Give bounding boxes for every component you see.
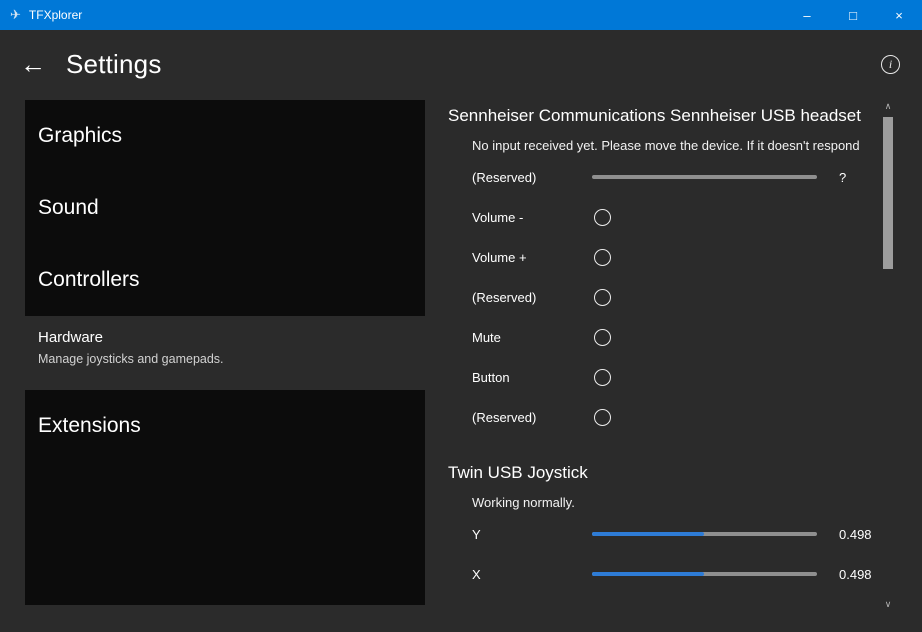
control-label: Mute — [472, 330, 592, 345]
title-bar: ✈ TFXplorer – □ × — [0, 0, 922, 30]
control-row: Volume - — [448, 197, 882, 237]
control-label: X — [472, 567, 592, 582]
device-section: Sennheiser Communications Sennheiser USB… — [448, 106, 882, 437]
scroll-down-icon[interactable]: ∨ — [882, 598, 894, 612]
info-icon[interactable]: i — [881, 55, 900, 74]
maximize-button[interactable]: □ — [830, 0, 876, 30]
control-slot — [592, 532, 817, 536]
radio-button[interactable] — [594, 329, 611, 346]
app-title: TFXplorer — [29, 8, 82, 22]
control-row: X 0.498 — [448, 554, 882, 594]
control-slot — [592, 289, 817, 306]
sidebar-item-sound[interactable]: Sound — [25, 172, 425, 244]
radio-button[interactable] — [594, 369, 611, 386]
control-row: (Reserved) — [448, 277, 882, 317]
control-slot — [592, 369, 817, 386]
hardware-subtitle: Manage joysticks and gamepads. — [38, 352, 425, 366]
radio-button[interactable] — [594, 289, 611, 306]
control-row: Y 0.498 — [448, 514, 882, 554]
control-value: 0.498 — [839, 567, 872, 582]
control-slot — [592, 249, 817, 266]
scrollbar-thumb[interactable] — [883, 117, 893, 269]
slider[interactable] — [592, 572, 817, 576]
control-row: (Reserved) — [448, 397, 882, 437]
scrollbar[interactable]: ∧ ∨ — [882, 100, 894, 612]
radio-button[interactable] — [594, 249, 611, 266]
radio-button[interactable] — [594, 209, 611, 226]
control-label: Volume - — [472, 210, 592, 225]
page-header: ← Settings i — [0, 30, 922, 98]
device-status: Working normally. — [472, 495, 882, 510]
device-name: Twin USB Joystick — [448, 463, 882, 483]
minimize-button[interactable]: – — [784, 0, 830, 30]
control-row: Button — [448, 357, 882, 397]
page-title: Settings — [66, 49, 162, 80]
slider[interactable] — [592, 532, 817, 536]
control-slot — [592, 572, 817, 576]
settings-sidebar: GraphicsSoundControllers Hardware Manage… — [25, 100, 425, 605]
slider-fill — [592, 532, 704, 536]
control-slot — [592, 409, 817, 426]
device-name: Sennheiser Communications Sennheiser USB… — [448, 106, 882, 126]
sidebar-nav-bottom: Extensions — [25, 390, 425, 605]
control-row: Mute — [448, 317, 882, 357]
hardware-title: Hardware — [38, 329, 425, 346]
control-label: Volume + — [472, 250, 592, 265]
sidebar-item-graphics[interactable]: Graphics — [25, 100, 425, 172]
slider[interactable] — [592, 175, 817, 179]
device-section: Twin USB Joystick Working normally. Y 0.498… — [448, 463, 882, 594]
control-label: (Reserved) — [472, 410, 592, 425]
control-value: ? — [839, 170, 846, 185]
back-arrow-icon[interactable]: ← — [20, 51, 46, 77]
sidebar-item-hardware[interactable]: Hardware Manage joysticks and gamepads. — [25, 316, 425, 390]
control-label: (Reserved) — [472, 290, 592, 305]
control-label: Button — [472, 370, 592, 385]
control-slot — [592, 329, 817, 346]
control-label: (Reserved) — [472, 170, 592, 185]
slider-fill — [592, 572, 704, 576]
control-row: Volume + — [448, 237, 882, 277]
scroll-up-icon[interactable]: ∧ — [882, 100, 894, 114]
device-list: Sennheiser Communications Sennheiser USB… — [448, 100, 882, 612]
sidebar-item-controllers[interactable]: Controllers — [25, 244, 425, 316]
control-slot — [592, 209, 817, 226]
control-row: (Reserved)? — [448, 157, 882, 197]
control-label: Y — [472, 527, 592, 542]
control-value: 0.498 — [839, 527, 872, 542]
control-slot — [592, 175, 817, 179]
radio-button[interactable] — [594, 409, 611, 426]
sidebar-nav-top: GraphicsSoundControllers — [25, 100, 425, 316]
device-status: No input received yet. Please move the d… — [472, 138, 882, 153]
sidebar-item-extensions[interactable]: Extensions — [25, 390, 425, 462]
window-controls: – □ × — [784, 0, 922, 30]
app-icon: ✈ — [10, 0, 21, 30]
close-button[interactable]: × — [876, 0, 922, 30]
